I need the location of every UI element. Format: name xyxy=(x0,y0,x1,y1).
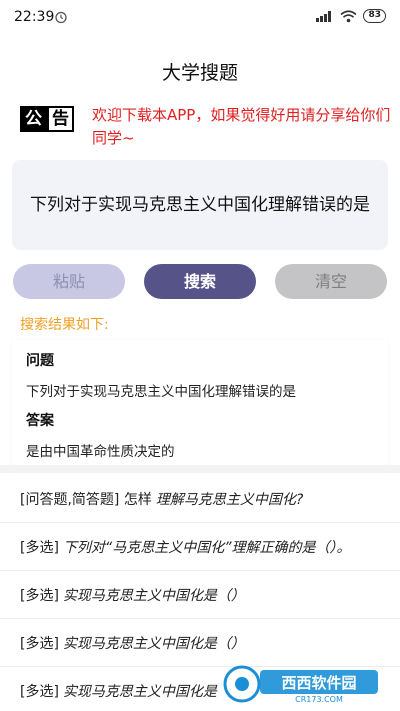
svg-text:CR173.COM: CR173.COM xyxy=(295,695,343,704)
section-divider xyxy=(0,465,400,473)
list-item-tag: [多选] xyxy=(20,539,59,556)
page-title: 大学搜题 xyxy=(161,62,238,84)
status-time: 22:39 xyxy=(14,9,55,25)
list-item-tag: [问答题,简答题] 怎样 xyxy=(20,491,152,508)
results-label: 搜索结果如下: xyxy=(20,317,109,333)
battery-icon: 83 xyxy=(363,9,386,23)
wifi-icon xyxy=(340,9,357,22)
signal-icon xyxy=(316,11,332,22)
list-item-text: 下列对“马克思主义中国化”理解正确的是（）。 xyxy=(62,539,351,556)
list-item-text: 理解马克思主义中国化? xyxy=(155,491,304,508)
result-question-text: 下列对于实现马克思主义中国化理解错误的是 xyxy=(26,384,296,400)
status-icons: 83 xyxy=(316,9,386,23)
answer-heading: 答案 xyxy=(26,413,54,429)
list-item[interactable]: [问答题,简答题] 怎样 理解马克思主义中国化? xyxy=(0,475,400,523)
badge-right-char: 告 xyxy=(47,106,74,132)
answer-card: 问题 下列对于实现马克思主义中国化理解错误的是 答案 是由中国革命性质决定的 xyxy=(12,340,388,470)
paste-button[interactable]: 粘贴 xyxy=(13,264,125,299)
question-heading: 问题 xyxy=(26,353,54,369)
list-item[interactable]: [多选] 下列对“马克思主义中国化”理解正确的是（）。 xyxy=(0,523,400,571)
question-input-card[interactable]: 下列对于实现马克思主义中国化理解错误的是 xyxy=(12,160,388,250)
notice-banner: 公 告 欢迎下载本APP，如果觉得好用请分享给你们同学~ xyxy=(20,103,390,153)
announcement-badge-icon: 公 告 xyxy=(20,106,74,132)
alarm-icon xyxy=(55,11,67,24)
list-item[interactable]: [多选] 实现马克思主义中国化是（） xyxy=(0,619,400,667)
question-input-text[interactable]: 下列对于实现马克思主义中国化理解错误的是 xyxy=(30,193,370,217)
search-button[interactable]: 搜索 xyxy=(144,264,256,299)
svg-text:西西软件园: 西西软件园 xyxy=(281,674,356,692)
list-item-text: 实现马克思主义中国化是（） xyxy=(62,635,245,652)
list-item-tag: [多选] xyxy=(20,635,59,652)
notice-text: 欢迎下载本APP，如果觉得好用请分享给你们同学~ xyxy=(92,106,391,147)
status-bar: 22:39 83 xyxy=(0,0,400,36)
list-item[interactable]: [多选] 实现马克思主义中国化是（） xyxy=(0,571,400,619)
result-answer-text: 是由中国革命性质决定的 xyxy=(26,444,175,460)
watermark-logo-icon: 西西软件园 CR173.COM xyxy=(223,665,378,704)
list-item-tag: [多选] xyxy=(20,587,59,604)
list-item-tag: [多选] xyxy=(20,683,59,700)
badge-left-char: 公 xyxy=(20,106,47,132)
list-item-text: 实现马克思主义中国化是（） xyxy=(62,587,245,604)
clear-button[interactable]: 清空 xyxy=(275,264,387,299)
list-item-text: 实现马克思主义中国化是（） xyxy=(62,683,245,700)
